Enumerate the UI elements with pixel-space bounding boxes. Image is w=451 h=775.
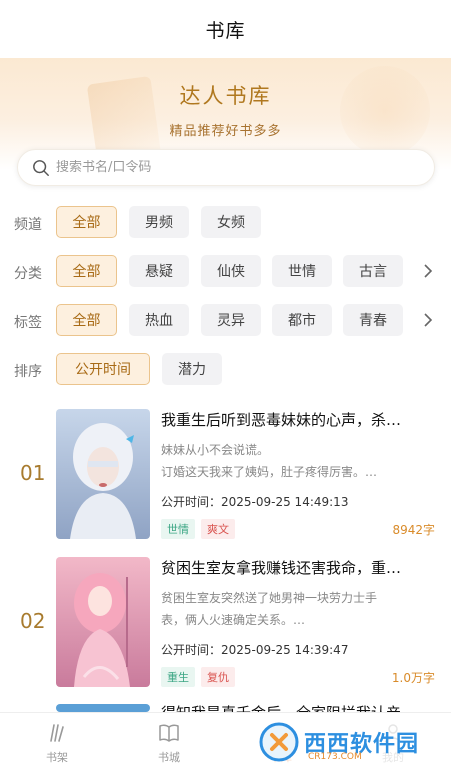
filter-label-sort: 排序 — [14, 364, 42, 380]
chip-sort-potential[interactable]: 潜力 — [162, 353, 222, 385]
chip-tag-urban[interactable]: 都市 — [272, 304, 332, 336]
book-list-item[interactable]: 02 贫困生室友拿我赚钱还害我命，重… 贫困生室友突然送了她男神一块劳力士手 表… — [0, 557, 451, 697]
search-bar[interactable] — [17, 149, 435, 186]
book-rank: 02 — [20, 609, 46, 633]
top-bar: 书库 — [0, 0, 451, 58]
chip-category-suspense[interactable]: 悬疑 — [129, 255, 189, 287]
filter-row-sort: 排序 公开时间 潜力 — [0, 353, 451, 387]
chevron-right-icon[interactable] — [421, 311, 435, 329]
chip-category-worldly[interactable]: 世情 — [272, 255, 332, 287]
book-description-line: 订婚这天我来了姨妈，肚子疼得厉害。… — [161, 465, 378, 479]
chevron-right-icon[interactable] — [421, 262, 435, 280]
chip-channel-all[interactable]: 全部 — [56, 206, 117, 238]
book-tag: 爽文 — [201, 519, 235, 539]
banner-subtitle: 精品推荐好书多多 — [169, 124, 282, 139]
chip-category-xianxia[interactable]: 仙侠 — [201, 255, 261, 287]
chip-channel-female[interactable]: 女频 — [201, 206, 261, 238]
chip-category-ancient[interactable]: 古言 — [343, 255, 403, 287]
watermark-sub: CR173.COM — [308, 752, 362, 762]
chip-channel-male[interactable]: 男频 — [129, 206, 189, 238]
book-tag: 世情 — [161, 519, 195, 539]
book-cover-image[interactable] — [56, 557, 150, 687]
book-description: 妹妹从小不会说谎。 订婚这天我来了姨妈，肚子疼得厉害。… — [161, 439, 423, 483]
book-description: 贫困生室友突然送了她男神一块劳力士手 表，俩人火速确定关系。… — [161, 587, 423, 631]
book-word-count: 1.0万字 — [391, 671, 435, 685]
book-description-line: 表，俩人火速确定关系。… — [161, 613, 306, 627]
chip-tag-supernatural[interactable]: 灵异 — [201, 304, 261, 336]
tab-label: 书架 — [46, 751, 68, 764]
book-tags: 重生 复仇 — [161, 667, 235, 687]
book-list-item[interactable]: 01 我重生后听到恶毒妹妹的心声，杀… 妹妹从小不会说谎。 订婚这天我来了姨妈，… — [0, 409, 451, 549]
tab-label: 书城 — [158, 751, 180, 764]
filter-label-tag: 标签 — [14, 315, 42, 331]
chip-category-all[interactable]: 全部 — [56, 255, 117, 287]
banner-title: 达人书库 — [179, 84, 272, 108]
filter-row-category: 分类 全部 悬疑 仙侠 世情 古言 — [0, 255, 451, 289]
page-title: 书库 — [205, 19, 246, 42]
book-city-icon — [159, 724, 179, 742]
filter-row-tag: 标签 全部 热血 灵异 都市 青春 — [0, 304, 451, 338]
book-title[interactable]: 贫困生室友拿我赚钱还害我命，重… — [161, 557, 431, 578]
search-input[interactable] — [56, 160, 396, 175]
filter-label-category: 分类 — [14, 266, 42, 282]
book-tag: 复仇 — [201, 667, 235, 687]
book-rank: 01 — [20, 461, 46, 485]
watermark: 西西软件园 CR173.COM — [250, 716, 440, 768]
chip-tag-youth[interactable]: 青春 — [343, 304, 403, 336]
tab-bookshelf[interactable]: 书架 — [17, 721, 97, 765]
chip-tag-hotblood[interactable]: 热血 — [129, 304, 189, 336]
filter-row-channel: 频道 全部 男频 女频 — [0, 206, 451, 240]
watermark-logo-icon — [259, 722, 299, 762]
chip-sort-publish-time[interactable]: 公开时间 — [56, 353, 150, 385]
book-description-line: 妹妹从小不会说谎。 — [161, 443, 270, 457]
book-description-line: 贫困生室友突然送了她男神一块劳力士手 — [161, 591, 378, 605]
bookshelf-icon — [50, 724, 64, 742]
book-title[interactable]: 我重生后听到恶毒妹妹的心声，杀… — [161, 409, 431, 430]
book-publish-time: 公开时间：2025-09-25 14:49:13 — [161, 495, 349, 509]
book-list-item[interactable]: 得知我是真千金后，全家阻拦我认亲 — [0, 704, 451, 722]
book-tag: 重生 — [161, 667, 195, 687]
book-publish-time: 公开时间：2025-09-25 14:39:47 — [161, 643, 349, 657]
filter-label-channel: 频道 — [14, 217, 42, 233]
search-icon — [33, 159, 49, 176]
tab-book-city[interactable]: 书城 — [129, 721, 209, 765]
book-word-count: 8942字 — [392, 523, 435, 537]
book-tags: 世情 爽文 — [161, 519, 235, 539]
chip-tag-all[interactable]: 全部 — [56, 304, 117, 336]
book-cover-image[interactable] — [56, 704, 150, 712]
book-cover-image[interactable] — [56, 409, 150, 539]
